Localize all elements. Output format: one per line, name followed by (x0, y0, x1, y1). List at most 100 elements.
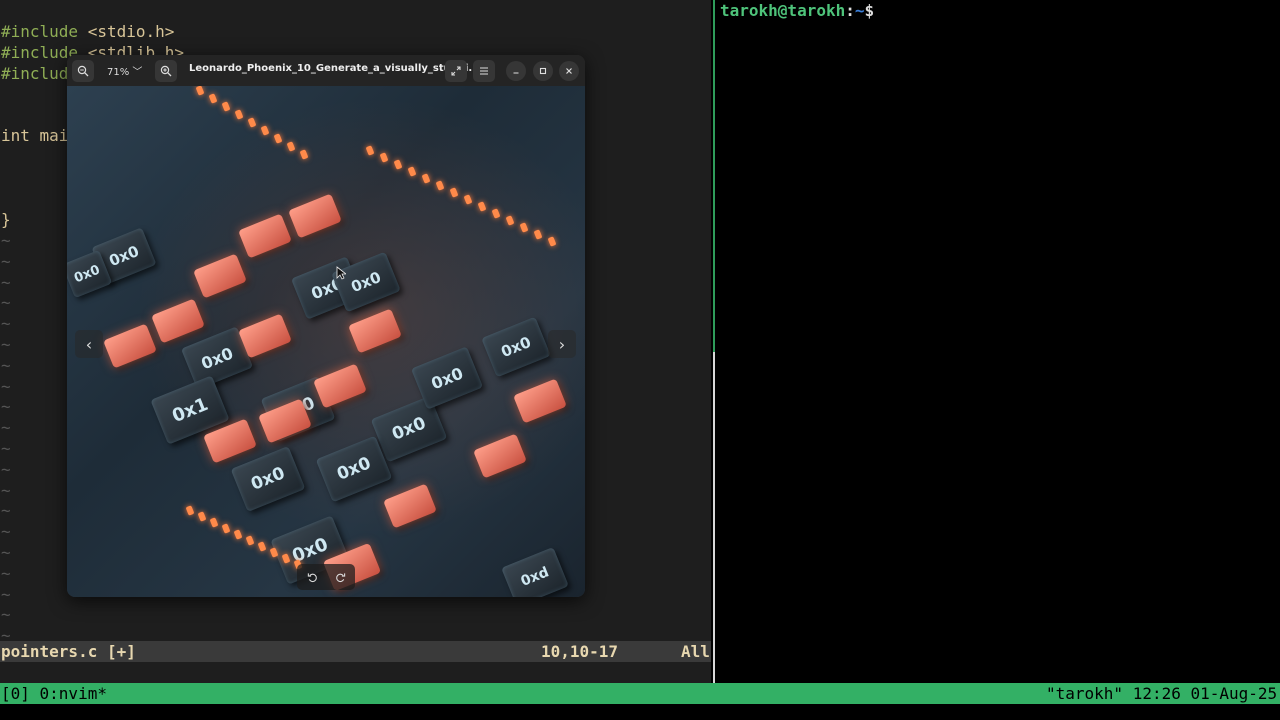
rotate-left-button[interactable] (303, 568, 321, 586)
viewer-title: Leonardo_Phoenix_10_Generate_a_visually_… (189, 63, 480, 74)
minimize-icon (513, 72, 519, 74)
code-text: <stdio.h> (78, 22, 175, 41)
code-line[interactable]: } (1, 209, 11, 230)
terminal-pane[interactable]: tarokh@tarokh:~$ (716, 0, 1280, 683)
led-light (195, 86, 205, 96)
led-light (208, 93, 218, 104)
close-button[interactable] (559, 61, 579, 81)
rotate-controls (297, 564, 355, 590)
led-light (449, 187, 459, 198)
chip-label: 0x0 (248, 463, 288, 495)
chip-dark: 0xd (501, 547, 569, 597)
led-light (421, 173, 431, 184)
close-icon (566, 68, 572, 74)
empty-line-marker: ~ (1, 460, 11, 479)
chip-glowing (348, 308, 402, 354)
status-cursor-position: 10,10-17 (541, 642, 619, 661)
image-canvas[interactable]: 0x00x00x00x00x10x00x00x00x00x00x00x00x00… (67, 86, 585, 597)
code-line[interactable]: int mai (1, 125, 68, 146)
empty-line-marker: ~ (1, 543, 11, 562)
chip-glowing (103, 323, 157, 369)
chip-glowing (238, 213, 292, 259)
viewer-headerbar[interactable]: 71% ﹀ Leonardo_Phoenix_10_Generate_a_vis… (67, 55, 585, 86)
empty-line-marker: ~ (1, 397, 11, 416)
empty-line-marker: ~ (1, 418, 11, 437)
led-light (273, 133, 283, 144)
chip-label: 0x0 (106, 241, 142, 271)
chip-glowing (383, 483, 437, 529)
chip-glowing (151, 298, 205, 344)
led-light (245, 535, 255, 546)
empty-line-marker: ~ (1, 252, 11, 271)
pane-divider-lower[interactable] (713, 352, 715, 683)
empty-line-marker: ~ (1, 501, 11, 520)
led-light (197, 511, 207, 522)
hamburger-menu-icon (480, 67, 488, 75)
empty-line-marker: ~ (1, 439, 11, 458)
image-viewer-window[interactable]: 71% ﹀ Leonardo_Phoenix_10_Generate_a_vis… (67, 55, 585, 597)
chip-label: 0x0 (428, 363, 466, 393)
rotate-left-icon (307, 572, 317, 582)
led-light (221, 523, 231, 534)
zoom-level[interactable]: 71% ﹀ (107, 63, 142, 78)
empty-line-marker: ~ (1, 335, 11, 354)
chip-label: 0x0 (71, 262, 103, 286)
empty-line-marker: ~ (1, 356, 11, 375)
led-light (234, 109, 244, 120)
fullscreen-icon (451, 66, 461, 76)
led-light (257, 541, 267, 552)
led-light (407, 166, 417, 177)
led-light (435, 180, 445, 191)
chip-glowing (238, 313, 292, 359)
zoom-out-button[interactable] (72, 60, 94, 82)
type-keyword: int (1, 126, 30, 145)
mouse-pointer-icon (336, 266, 346, 280)
zoom-in-button[interactable] (155, 60, 177, 82)
chevron-right-icon: › (558, 334, 566, 354)
code-line[interactable]: #include <stdio.h> (1, 21, 174, 42)
led-light (365, 145, 375, 156)
empty-line-marker: ~ (1, 605, 11, 624)
previous-image-button[interactable]: ‹ (75, 330, 103, 358)
shell-prompt: tarokh@tarokh:~$ (720, 0, 874, 21)
maximize-button[interactable] (533, 61, 553, 81)
led-light (247, 117, 257, 128)
led-light (221, 101, 231, 112)
next-image-button[interactable]: › (548, 330, 576, 358)
fullscreen-button[interactable] (445, 60, 467, 82)
status-filename: pointers.c [+] (1, 642, 136, 661)
chip-glowing (313, 363, 367, 409)
tmux-window-list[interactable]: [0] 0:nvim* (1, 683, 107, 704)
empty-line-marker: ~ (1, 314, 11, 333)
chip-label: 0x0 (198, 343, 236, 373)
chip-label: 0x0 (498, 332, 534, 362)
empty-line-marker: ~ (1, 585, 11, 604)
code-line[interactable]: #includ (1, 63, 68, 84)
chip-label: 0x0 (348, 267, 384, 297)
chip-glowing (193, 253, 247, 299)
chip-label: 0x0 (389, 413, 429, 445)
chevron-down-icon: ﹀ (132, 67, 143, 78)
chip-label: 0x0 (334, 453, 374, 485)
led-light (505, 215, 515, 226)
led-light (209, 517, 219, 528)
tmux-host-time: "tarokh" 12:26 01-Aug-25 (1046, 684, 1278, 703)
led-light (233, 529, 243, 540)
chevron-left-icon: ‹ (85, 334, 93, 354)
led-light (379, 152, 389, 163)
led-light (547, 236, 557, 247)
main-menu-button[interactable] (473, 60, 495, 82)
prompt-user: tarokh@tarokh (720, 1, 846, 20)
chip-label: 0xd (518, 564, 552, 590)
led-light (185, 505, 195, 516)
empty-line-marker: ~ (1, 564, 11, 583)
minimize-button[interactable] (506, 61, 526, 81)
led-light (286, 141, 296, 152)
rotate-right-button[interactable] (331, 568, 349, 586)
led-light (260, 125, 270, 136)
nvim-statusline: pointers.c [+] 10,10-17 All (0, 641, 711, 662)
led-light (463, 194, 473, 205)
led-light (393, 159, 403, 170)
led-light (477, 201, 487, 212)
led-light (533, 229, 543, 240)
